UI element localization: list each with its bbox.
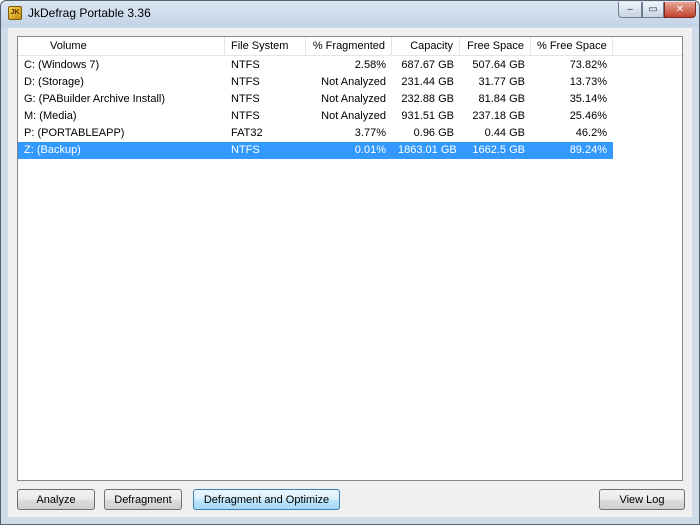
- cell-capacity: 0.96 GB: [413, 127, 454, 139]
- cell-file-system: NTFS: [231, 59, 260, 71]
- cell-fragmented: Not Analyzed: [321, 93, 386, 105]
- view-log-button[interactable]: View Log: [599, 489, 685, 510]
- cell-free-space: 31.77 GB: [478, 76, 525, 88]
- cell-capacity: 231.44 GB: [401, 76, 454, 88]
- cell-volume: P: (PORTABLEAPP): [24, 127, 125, 139]
- cell-free-space: 237.18 GB: [472, 110, 525, 122]
- minimize-button[interactable]: –: [618, 2, 642, 18]
- cell-volume: G: (PABuilder Archive Install): [24, 93, 166, 105]
- cell-file-system: NTFS: [231, 76, 260, 88]
- table-row-selected[interactable]: Z: (Backup) NTFS 0.01% 1863.01 GB 1662.5…: [18, 142, 613, 159]
- cell-capacity: 232.88 GB: [401, 93, 454, 105]
- list-header: Volume File System % Fragmented Capacity…: [18, 37, 682, 56]
- title-bar[interactable]: JK JkDefrag Portable 3.36 – ▭ ✕: [1, 1, 699, 27]
- cell-fragmented: Not Analyzed: [321, 110, 386, 122]
- column-header-capacity[interactable]: Capacity: [392, 37, 460, 56]
- table-row[interactable]: D: (Storage) NTFS Not Analyzed 231.44 GB…: [18, 74, 613, 91]
- cell-pct-free-space: 46.2%: [575, 127, 607, 139]
- cell-free-space: 81.84 GB: [478, 93, 525, 105]
- cell-volume: D: (Storage): [24, 76, 84, 88]
- cell-fragmented: 2.58%: [354, 59, 386, 71]
- cell-volume: M: (Media): [24, 110, 77, 122]
- cell-file-system: FAT32: [231, 127, 263, 139]
- table-row[interactable]: P: (PORTABLEAPP) FAT32 3.77% 0.96 GB 0.4…: [18, 125, 613, 142]
- cell-pct-free-space: 25.46%: [569, 110, 607, 122]
- cell-capacity: 687.67 GB: [401, 59, 454, 71]
- cell-pct-free-space: 73.82%: [569, 59, 607, 71]
- table-row[interactable]: G: (PABuilder Archive Install) NTFS Not …: [18, 91, 613, 108]
- cell-file-system: NTFS: [231, 144, 260, 156]
- table-row[interactable]: M: (Media) NTFS Not Analyzed 931.51 GB 2…: [18, 108, 613, 125]
- cell-capacity: 931.51 GB: [401, 110, 454, 122]
- cell-free-space: 1662.5 GB: [472, 144, 525, 156]
- defragment-and-optimize-button[interactable]: Defragment and Optimize: [193, 489, 340, 510]
- column-header-free-space[interactable]: Free Space: [460, 37, 531, 56]
- cell-fragmented: Not Analyzed: [321, 76, 386, 88]
- close-button[interactable]: ✕: [664, 2, 696, 18]
- cell-file-system: NTFS: [231, 110, 260, 122]
- app-window: JK JkDefrag Portable 3.36 – ▭ ✕ Volume F…: [0, 0, 700, 525]
- maximize-button[interactable]: ▭: [642, 2, 664, 18]
- volume-list[interactable]: Volume File System % Fragmented Capacity…: [17, 36, 683, 481]
- cell-fragmented: 3.77%: [354, 127, 386, 139]
- cell-volume: C: (Windows 7): [24, 59, 100, 71]
- cell-volume: Z: (Backup): [24, 144, 81, 156]
- column-header-pct-free-space[interactable]: % Free Space: [531, 37, 613, 56]
- cell-pct-free-space: 89.24%: [569, 144, 607, 156]
- cell-free-space: 0.44 GB: [484, 127, 525, 139]
- column-header-volume[interactable]: Volume: [18, 37, 225, 56]
- client-area: Volume File System % Fragmented Capacity…: [8, 28, 692, 517]
- column-header-file-system[interactable]: File System: [225, 37, 306, 56]
- app-icon: JK: [8, 6, 22, 20]
- cell-fragmented: 0.01%: [354, 144, 386, 156]
- cell-free-space: 507.64 GB: [472, 59, 525, 71]
- column-header-fragmented[interactable]: % Fragmented: [306, 37, 392, 56]
- defragment-button[interactable]: Defragment: [104, 489, 182, 510]
- cell-pct-free-space: 13.73%: [569, 76, 607, 88]
- cell-pct-free-space: 35.14%: [569, 93, 607, 105]
- cell-file-system: NTFS: [231, 93, 260, 105]
- cell-capacity: 1863.01 GB: [398, 144, 457, 156]
- analyze-button[interactable]: Analyze: [17, 489, 95, 510]
- window-title: JkDefrag Portable 3.36: [28, 6, 151, 20]
- table-row[interactable]: C: (Windows 7) NTFS 2.58% 687.67 GB 507.…: [18, 57, 613, 74]
